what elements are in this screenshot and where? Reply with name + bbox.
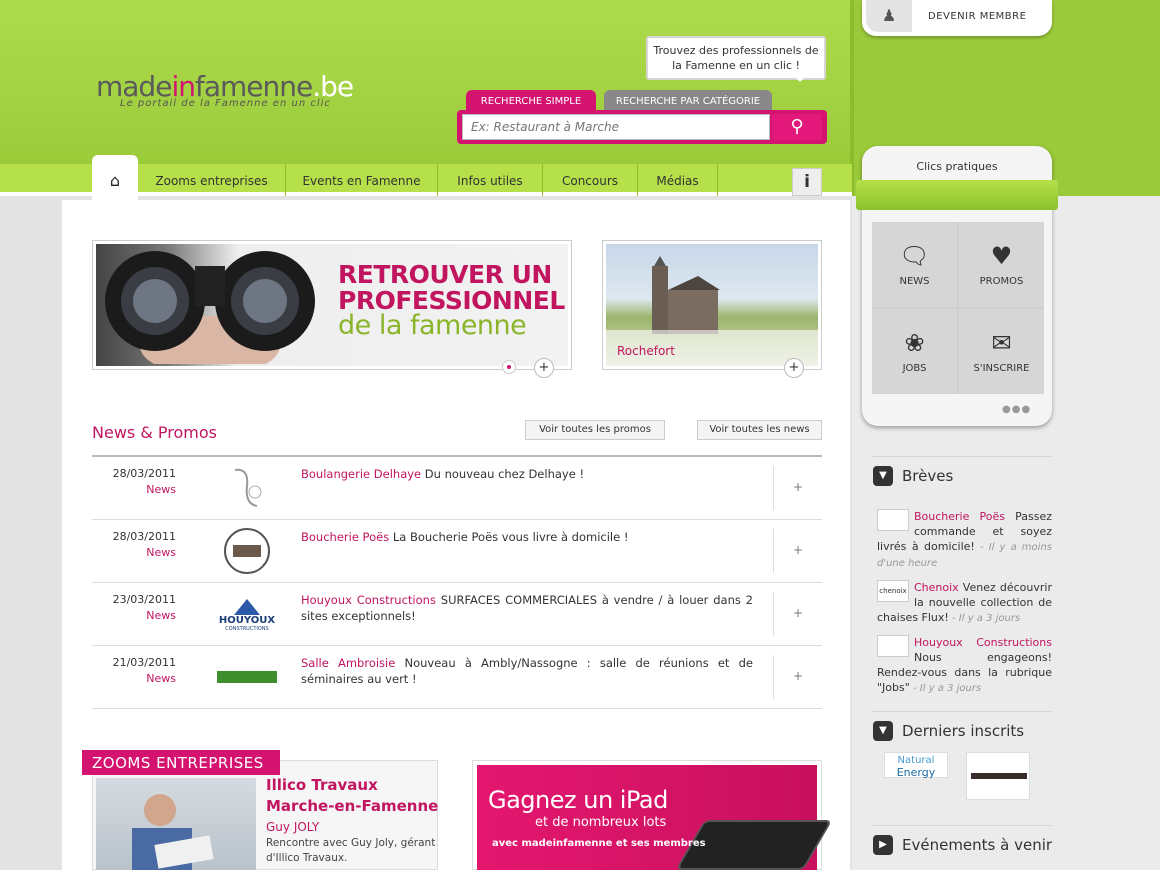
- home-button[interactable]: ⌂: [92, 155, 138, 200]
- tab-recherche-simple[interactable]: RECHERCHE SIMPLE: [466, 90, 596, 112]
- news-text: Boulangerie Delhaye Du nouveau chez Delh…: [301, 467, 585, 481]
- news-category[interactable]: News: [92, 609, 176, 622]
- devenir-membre-label: DEVENIR MEMBRE: [928, 11, 1027, 22]
- inscrit-logo[interactable]: [966, 752, 1030, 800]
- voir-toutes-news-button[interactable]: Voir toutes les news: [697, 420, 822, 440]
- news-separator: [773, 655, 774, 699]
- news-category[interactable]: News: [92, 672, 176, 685]
- banner-side-plus-button[interactable]: +: [784, 358, 804, 378]
- ipad-promo-headline: Gagnez un iPad: [488, 786, 668, 814]
- banner-side-caption: Rochefort: [617, 344, 675, 358]
- news-date: 28/03/2011: [112, 530, 176, 543]
- ipad-promo-subline: et de nombreux lots: [535, 815, 667, 830]
- breve-thumb: [877, 635, 909, 657]
- site-tagline: Le portail de la Famenne en un clic: [120, 98, 331, 109]
- envelope-icon: ✉: [991, 329, 1012, 357]
- news-section-title: News & Promos: [92, 423, 217, 442]
- news-company-link[interactable]: Houyoux Constructions: [301, 593, 436, 607]
- clics-pagination-dots[interactable]: ●●●: [1002, 404, 1031, 415]
- news-expand-button[interactable]: +: [793, 480, 803, 494]
- news-company-link[interactable]: Salle Ambroisie: [301, 656, 395, 670]
- banner-main-headline: RETROUVER UN PROFESSIONNEL: [338, 260, 565, 315]
- clic-sinscrire[interactable]: ✉ S'INSCRIRE: [959, 309, 1044, 394]
- heart-icon: ♥: [990, 242, 1013, 270]
- clics-pratiques-grid: 🗨 NEWS ♥ PROMOS ❀ JOBS ✉ S'INSCRIRE: [872, 222, 1044, 394]
- news-date: 23/03/2011: [112, 593, 176, 606]
- news-expand-button[interactable]: +: [793, 669, 803, 683]
- derniers-inscrits-title: Derniers inscrits: [902, 722, 1025, 740]
- news-text: Salle Ambroisie Nouveau à Ambly/Nassogne…: [301, 656, 753, 686]
- company-logo: [212, 653, 282, 701]
- zoom-entreprise-description: Rencontre avec Guy Joly, gérant d'Illico…: [266, 837, 436, 864]
- zoom-entreprise-title[interactable]: Illico Travaux Marche-en-Famenne: [266, 775, 438, 817]
- evenements-title: Evénements à venir: [902, 836, 1053, 854]
- search-tooltip: Trouvez des professionnels de la Famenne…: [646, 36, 826, 82]
- chevron-right-icon[interactable]: ▶: [873, 835, 893, 855]
- news-category[interactable]: News: [92, 483, 176, 496]
- chevron-down-icon[interactable]: ▼: [873, 721, 893, 741]
- breve-item[interactable]: Boucherie Poës Passez commande et soyez …: [877, 509, 1052, 571]
- clics-pratiques-band: [856, 180, 1058, 210]
- member-icon: ♟: [866, 0, 912, 32]
- church-image: [652, 256, 720, 334]
- news-date: 28/03/2011: [112, 467, 176, 480]
- breve-thumb: [877, 509, 909, 531]
- news-separator: [773, 529, 774, 573]
- info-button[interactable]: i: [792, 168, 822, 196]
- zoom-entreprise-photo: [96, 778, 256, 870]
- news-text: Houyoux Constructions SURFACES COMMERCIA…: [301, 593, 753, 623]
- banner-main-plus-button[interactable]: +: [534, 358, 554, 378]
- chevron-down-icon[interactable]: ▼: [873, 466, 893, 486]
- tab-recherche-categorie[interactable]: RECHERCHE PAR CATÉGORIE: [604, 90, 772, 112]
- clic-jobs[interactable]: ❀ JOBS: [872, 309, 957, 394]
- nav-events-en-famenne[interactable]: Events en Famenne: [286, 164, 438, 196]
- search-button[interactable]: ⚲: [772, 114, 822, 140]
- news-expand-button[interactable]: +: [793, 606, 803, 620]
- news-text: Boucherie Poës La Boucherie Poës vous li…: [301, 530, 629, 544]
- company-logo: [212, 464, 282, 512]
- breve-item[interactable]: Houyoux Constructions Nous engageons! Re…: [877, 635, 1052, 696]
- banner-main-subline: de la famenne: [338, 310, 527, 341]
- search-input[interactable]: [462, 114, 770, 140]
- search-icon: ⚲: [790, 116, 804, 137]
- news-category[interactable]: News: [92, 546, 176, 559]
- inscrit-logo[interactable]: Natural Energy: [884, 752, 948, 779]
- binoculars-image: [105, 251, 315, 364]
- speech-bubble-icon: 🗨: [899, 242, 930, 270]
- zoom-entreprise-author: Guy JOLY: [266, 820, 320, 834]
- voir-toutes-promos-button[interactable]: Voir toutes les promos: [525, 420, 665, 440]
- clic-promos[interactable]: ♥ PROMOS: [959, 222, 1044, 307]
- clics-pratiques-title: Clics pratiques: [916, 160, 998, 173]
- breves-title: Brèves: [902, 467, 954, 485]
- ipad-promo-footer: avec madeinfamenne et ses membres: [492, 838, 706, 849]
- breve-item[interactable]: chenoix Chenoix Venez découvrir la nouvel…: [877, 580, 1052, 626]
- news-company-link[interactable]: Boucherie Poës: [301, 530, 389, 544]
- company-logo: [212, 527, 282, 575]
- award-icon: ❀: [904, 329, 925, 357]
- breve-thumb: chenoix: [877, 580, 909, 602]
- nav-zooms-entreprises[interactable]: Zooms entreprises: [138, 164, 286, 196]
- zoom-entreprises-tag[interactable]: ZOOMS ENTREPRISES: [82, 750, 280, 775]
- clic-news[interactable]: 🗨 NEWS: [872, 222, 957, 307]
- slider-dot[interactable]: [502, 360, 516, 374]
- nav-concours[interactable]: Concours: [543, 164, 638, 196]
- company-logo: HOUYOUX CONSTRUCTIONS: [212, 590, 282, 638]
- news-company-link[interactable]: Boulangerie Delhaye: [301, 467, 421, 481]
- nav-medias[interactable]: Médias: [638, 164, 718, 196]
- news-date: 21/03/2011: [112, 656, 176, 669]
- breves-header: [872, 456, 1052, 496]
- nav-infos-utiles[interactable]: Infos utiles: [438, 164, 543, 196]
- news-separator: [773, 466, 774, 510]
- news-expand-button[interactable]: +: [793, 543, 803, 557]
- home-icon: ⌂: [109, 171, 121, 190]
- news-separator: [773, 592, 774, 636]
